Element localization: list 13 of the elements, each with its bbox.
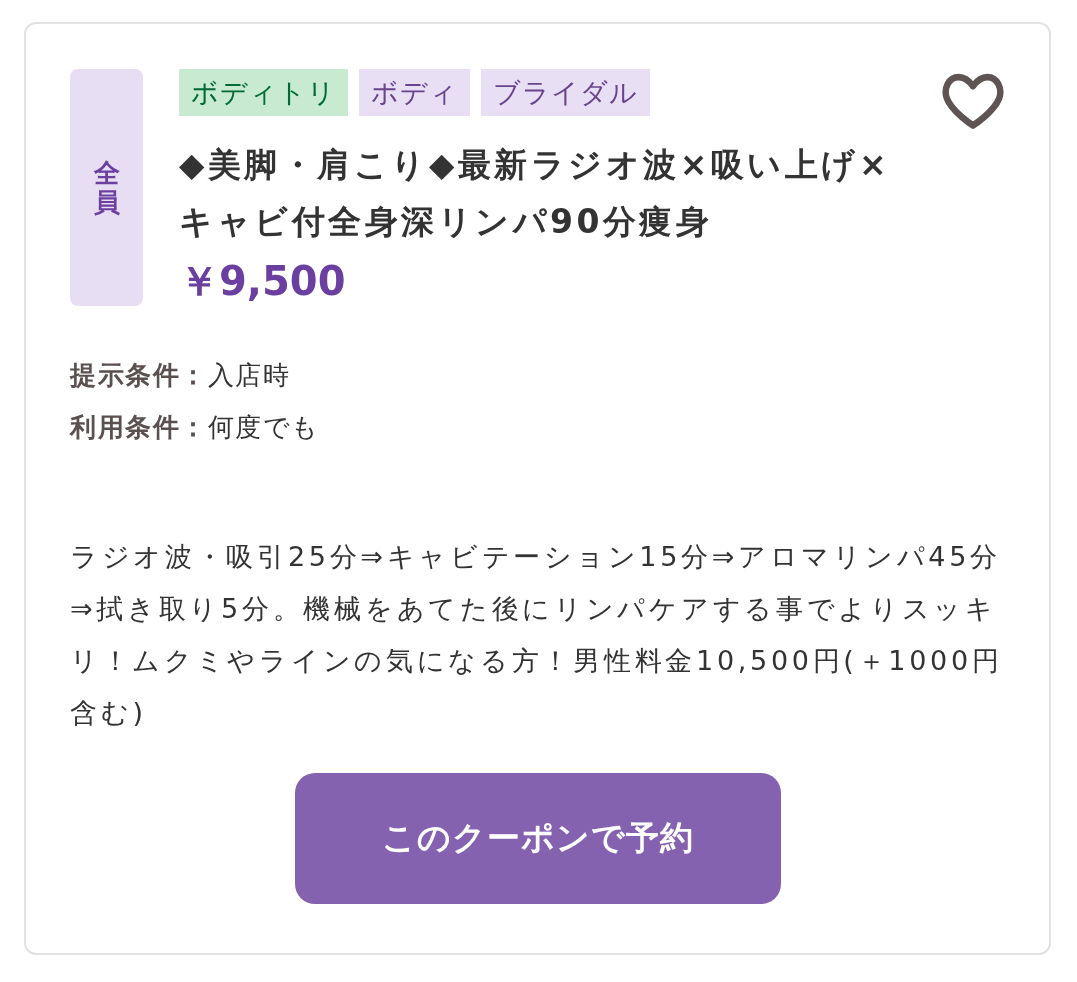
coupon-price: ￥9,500 bbox=[179, 257, 347, 306]
favorite-heart-icon[interactable] bbox=[941, 73, 1005, 129]
coupon-description: ラジオ波・吸引25分⇒キャビテーション15分⇒アロマリンパ45分⇒拭き取り5分。機械をあてた後にリンパケアする事でよりスッキリ！ムクミやラインの気になる方！男性料金10,500円(＋1000円含む) bbox=[70, 540, 1004, 730]
condition-value: 入店時 bbox=[207, 359, 290, 392]
condition-value: 何度でも bbox=[207, 411, 320, 444]
category-tag: ブライダル bbox=[481, 69, 650, 116]
audience-badge: 全員 bbox=[70, 69, 143, 306]
condition-label: 利用条件： bbox=[70, 411, 208, 444]
category-tag: ボディ bbox=[359, 69, 470, 116]
reserve-button[interactable]: このクーポンで予約 bbox=[294, 773, 781, 904]
coupon-title: ◆美脚・肩こり◆最新ラジオ波×吸い上げ×キャビ付全身深リンパ90分痩身 bbox=[179, 144, 892, 243]
category-tag: ボディトリ bbox=[179, 69, 348, 116]
condition-label: 提示条件： bbox=[70, 359, 208, 392]
